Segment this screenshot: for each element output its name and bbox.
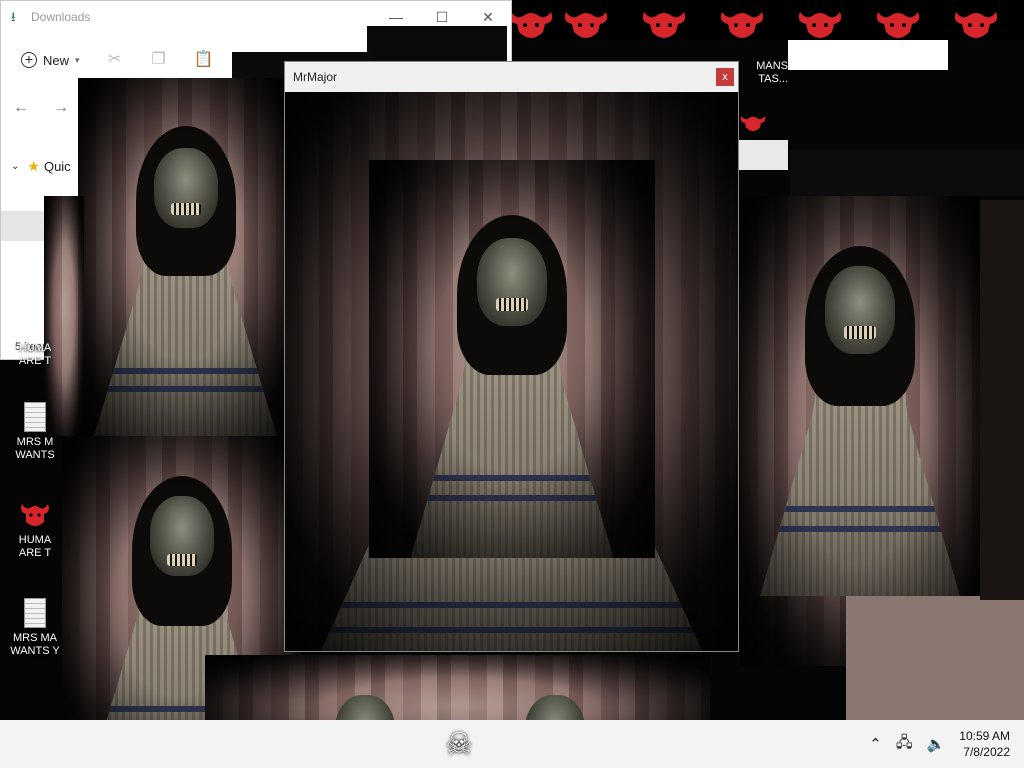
forward-arrow-icon[interactable]: →	[53, 99, 69, 117]
clock[interactable]: 10:59 AM 7/8/2022	[959, 728, 1010, 760]
doll-photo-inner	[369, 160, 655, 558]
network-icon[interactable]: 🖧	[896, 732, 913, 757]
navigation-row: ← →	[13, 99, 69, 117]
plus-icon: +	[21, 52, 37, 68]
red-demon-icon	[18, 500, 52, 530]
star-icon: ★	[27, 157, 40, 174]
red-demon-icon	[738, 108, 768, 144]
red-demon-icon	[560, 6, 612, 42]
document-icon	[24, 598, 46, 628]
chevron-down-icon: ⌄	[11, 160, 20, 172]
doll-photo-window[interactable]	[78, 78, 293, 438]
close-button[interactable]: x	[716, 68, 734, 86]
download-icon: ⭳	[11, 9, 16, 24]
popup-window-frame	[790, 150, 1024, 196]
paste-icon[interactable]: 📋	[194, 51, 214, 69]
system-tray: ⌃ 🖧 🔈 10:59 AM 7/8/2022	[869, 720, 1024, 768]
red-demon-icon	[505, 6, 557, 42]
desktop-icon-label: HUMA ARE T	[18, 342, 52, 367]
popup-window-frame	[980, 200, 1024, 600]
cut-icon[interactable]: ✂	[106, 51, 124, 69]
chevron-up-icon[interactable]: ⌃	[869, 735, 882, 753]
doll-photo-window[interactable]	[44, 196, 84, 436]
desktop-icon-label: MRS M WANTS	[15, 436, 55, 461]
mrmajor-window[interactable]: MrMajor x	[284, 61, 739, 652]
desktop-screen: ⭳ Downloads — ☐ ✕ + New ▾ ✂ ❐ 📋 ▭ ← → ⌄ …	[0, 0, 1024, 768]
new-label: New	[43, 52, 70, 68]
popup-window-frame	[846, 596, 1024, 720]
clock-time: 10:59 AM	[959, 729, 1010, 743]
clock-date: 7/8/2022	[963, 745, 1010, 759]
document-icon	[24, 402, 46, 432]
desktop-icon-document[interactable]: MRS MA WANTS Y	[0, 598, 70, 658]
desktop-icon-label: HUMA ARE T	[18, 534, 52, 559]
red-demon-icon	[872, 6, 924, 42]
volume-icon[interactable]: 🔈	[927, 735, 946, 753]
skull-crossbones-icon[interactable]: ☠	[442, 728, 476, 762]
red-demon-icon	[950, 6, 1002, 42]
back-arrow-icon[interactable]: ←	[13, 99, 29, 117]
explorer-title: Downloads	[31, 10, 91, 24]
mrmajor-titlebar[interactable]: MrMajor	[285, 62, 738, 92]
desktop-icon-humans[interactable]: HUMA ARE T	[0, 342, 70, 368]
red-demon-icon	[638, 6, 690, 42]
desktop-icon-humans[interactable]: HUMA ARE T	[0, 500, 70, 560]
desktop-icon-label: MRS MA WANTS Y	[10, 632, 60, 657]
red-demon-icon	[794, 6, 846, 42]
popup-white-bar	[788, 40, 948, 70]
popup-white-bar	[738, 140, 788, 170]
quick-access-label: Quic	[43, 158, 71, 174]
popup-window-frame	[367, 26, 507, 66]
copy-icon[interactable]: ❐	[150, 51, 168, 69]
mrmajor-title: MrMajor	[293, 70, 337, 84]
taskbar: ⌃ 🖧 🔈 10:59 AM 7/8/2022	[0, 720, 1024, 768]
new-button[interactable]: + New ▾	[21, 52, 80, 68]
sidebar-item-quick-access[interactable]: ⌄ ★ Quic	[1, 151, 81, 181]
desktop-icon-document[interactable]: MRS M WANTS	[0, 402, 70, 462]
red-demon-icon	[716, 6, 768, 42]
chevron-down-icon: ▾	[75, 54, 80, 65]
